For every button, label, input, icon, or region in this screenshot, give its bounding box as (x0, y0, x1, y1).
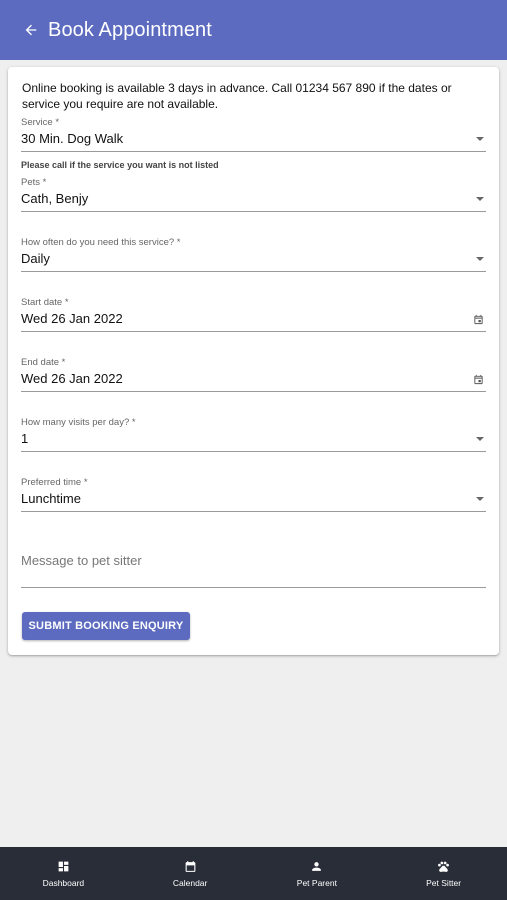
nav-label: Dashboard (42, 878, 85, 888)
visits-label: How many visits per day? * (21, 417, 136, 428)
dropdown-arrow-icon (476, 497, 484, 501)
submit-booking-button[interactable]: SUBMIT BOOKING ENQUIRY (22, 612, 190, 640)
nav-item-dashboard[interactable]: Dashboard (0, 847, 127, 900)
field-underline (21, 271, 486, 272)
end-date-field[interactable]: End date * Wed 26 Jan 2022 (21, 357, 486, 392)
page-title: Book Appointment (48, 18, 212, 41)
visits-value: 1 (21, 431, 29, 446)
dropdown-arrow-icon (476, 257, 484, 261)
end-date-label: End date * (21, 357, 66, 368)
field-underline (21, 211, 486, 212)
dropdown-arrow-icon (476, 197, 484, 201)
nav-item-pet-parent[interactable]: Pet Parent (254, 847, 381, 900)
booking-info-text: Online booking is available 3 days in ad… (22, 81, 452, 111)
field-underline (21, 391, 486, 392)
end-date-value: Wed 26 Jan 2022 (21, 371, 123, 386)
back-button[interactable] (20, 19, 42, 41)
preferred-time-value: Lunchtime (21, 491, 81, 506)
calendar-icon[interactable] (473, 314, 484, 325)
service-select[interactable]: Service * 30 Min. Dog Walk (21, 117, 486, 152)
message-field[interactable]: Message to pet sitter (21, 551, 486, 588)
service-helper-text: Please call if the service you want is n… (21, 160, 219, 170)
frequency-label: How often do you need this service? * (21, 237, 181, 248)
field-underline (21, 451, 486, 452)
frequency-value: Daily (21, 251, 50, 266)
calendar-icon (185, 861, 195, 872)
arrow-back-icon (25, 24, 37, 36)
dashboard-icon (58, 861, 69, 872)
paw-icon (438, 861, 450, 872)
field-underline (21, 151, 486, 152)
service-label: Service * (21, 117, 60, 128)
app-bar: Book Appointment (0, 0, 507, 60)
frequency-select[interactable]: How often do you need this service? * Da… (21, 237, 486, 272)
message-placeholder: Message to pet sitter (21, 553, 142, 568)
field-underline (21, 587, 486, 588)
nav-item-pet-sitter[interactable]: Pet Sitter (380, 847, 507, 900)
calendar-icon[interactable] (473, 374, 484, 385)
field-underline (21, 331, 486, 332)
preferred-time-select[interactable]: Preferred time * Lunchtime (21, 477, 486, 512)
nav-label: Calendar (172, 878, 208, 888)
pets-value: Cath, Benjy (21, 191, 89, 206)
nav-label: Pet Sitter (426, 878, 462, 888)
start-date-field[interactable]: Start date * Wed 26 Jan 2022 (21, 297, 486, 332)
service-value: 30 Min. Dog Walk (21, 131, 124, 146)
pets-label: Pets * (21, 177, 47, 188)
start-date-value: Wed 26 Jan 2022 (21, 311, 123, 326)
nav-item-calendar[interactable]: Calendar (127, 847, 254, 900)
pets-select[interactable]: Pets * Cath, Benjy (21, 177, 486, 212)
dropdown-arrow-icon (476, 437, 484, 441)
bottom-navigation: Dashboard Calendar Pet Parent Pet Sitter (0, 847, 507, 900)
booking-form-card: Online booking is available 3 days in ad… (8, 67, 499, 655)
dropdown-arrow-icon (476, 137, 484, 141)
start-date-label: Start date * (21, 297, 69, 308)
nav-label: Pet Parent (296, 878, 337, 888)
preferred-time-label: Preferred time * (21, 477, 88, 488)
person-icon (312, 862, 322, 871)
visits-select[interactable]: How many visits per day? * 1 (21, 417, 486, 452)
field-underline (21, 511, 486, 512)
